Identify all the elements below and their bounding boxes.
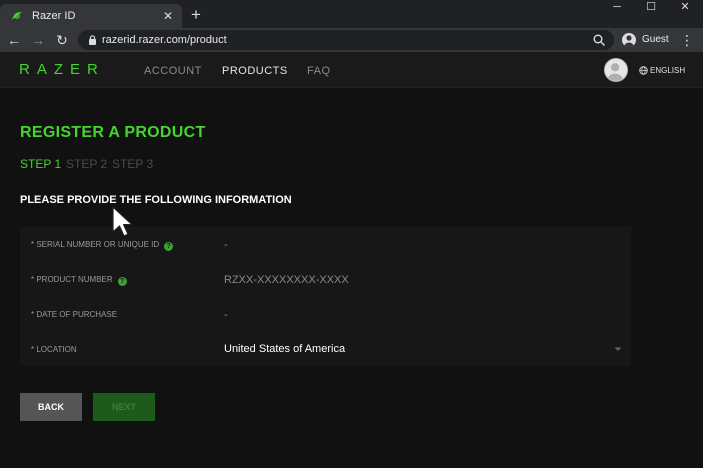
chevron-down-icon[interactable] bbox=[614, 347, 622, 352]
tab-title: Razer ID bbox=[32, 10, 76, 22]
nav-products[interactable]: PRODUCTS bbox=[222, 64, 288, 78]
language-label: ENGLISH bbox=[650, 66, 686, 75]
help-icon[interactable]: ? bbox=[164, 242, 174, 251]
browser-menu-icon[interactable]: ⋮ bbox=[680, 30, 694, 50]
back-button[interactable]: BACK bbox=[20, 393, 82, 421]
address-bar[interactable]: razerid.razer.com/product bbox=[78, 30, 614, 50]
globe-icon bbox=[639, 66, 648, 75]
guest-avatar-icon bbox=[622, 33, 636, 47]
step-3: STEP 3 bbox=[112, 157, 154, 171]
nav-faq[interactable]: FAQ bbox=[307, 64, 331, 78]
zoom-icon[interactable] bbox=[592, 33, 606, 47]
tab-close-icon[interactable]: ✕ bbox=[160, 8, 176, 24]
close-window-icon[interactable]: ✕ bbox=[668, 0, 702, 14]
razer-logo[interactable]: RAZER bbox=[19, 62, 105, 78]
location-label: * LOCATION bbox=[31, 345, 77, 354]
guest-profile-button[interactable]: Guest bbox=[620, 30, 672, 50]
serial-number-input[interactable]: - bbox=[224, 238, 228, 252]
browser-toolbar: ← → ↻ razerid.razer.com/product Guest ⋮ bbox=[0, 28, 703, 52]
forward-arrow-icon[interactable]: → bbox=[28, 30, 48, 50]
product-number-input[interactable]: RZXX-XXXXXXXX-XXXX bbox=[224, 273, 349, 287]
browser-tabstrip: Razer ID ✕ + ─ ☐ ✕ bbox=[0, 0, 703, 28]
browser-tab-razer-id[interactable]: Razer ID ✕ bbox=[0, 4, 182, 28]
page-title: REGISTER A PRODUCT bbox=[20, 124, 206, 141]
next-button[interactable]: NEXT bbox=[93, 393, 155, 421]
reload-icon[interactable]: ↻ bbox=[52, 30, 72, 50]
maximize-window-icon[interactable]: ☐ bbox=[634, 0, 668, 14]
serial-number-label: * SERIAL NUMBER OR UNIQUE ID? bbox=[31, 240, 174, 251]
location-select[interactable]: United States of America bbox=[224, 342, 345, 356]
lock-icon bbox=[89, 35, 96, 45]
nav-account[interactable]: ACCOUNT bbox=[144, 64, 202, 78]
form-instruction: PLEASE PROVIDE THE FOLLOWING INFORMATION bbox=[20, 194, 292, 206]
site-header: RAZER ACCOUNT PRODUCTS FAQ ENGLISH bbox=[0, 52, 703, 88]
help-icon[interactable]: ? bbox=[117, 277, 127, 286]
minimize-window-icon[interactable]: ─ bbox=[600, 0, 634, 14]
razer-snake-icon bbox=[12, 12, 22, 20]
step-2: STEP 2 bbox=[66, 157, 108, 171]
date-of-purchase-label: * DATE OF PURCHASE bbox=[31, 310, 118, 319]
new-tab-button[interactable]: + bbox=[186, 5, 206, 25]
product-number-label: * PRODUCT NUMBER? bbox=[31, 275, 127, 286]
date-of-purchase-input[interactable]: - bbox=[224, 308, 228, 322]
user-avatar[interactable] bbox=[604, 58, 628, 82]
mouse-cursor-icon bbox=[112, 206, 133, 237]
url-text: razerid.razer.com/product bbox=[102, 34, 227, 46]
product-form: * SERIAL NUMBER OR UNIQUE ID? - * PRODUC… bbox=[20, 227, 631, 366]
back-arrow-icon[interactable]: ← bbox=[4, 30, 24, 50]
guest-label: Guest bbox=[642, 34, 669, 45]
step-1: STEP 1 bbox=[20, 157, 62, 171]
